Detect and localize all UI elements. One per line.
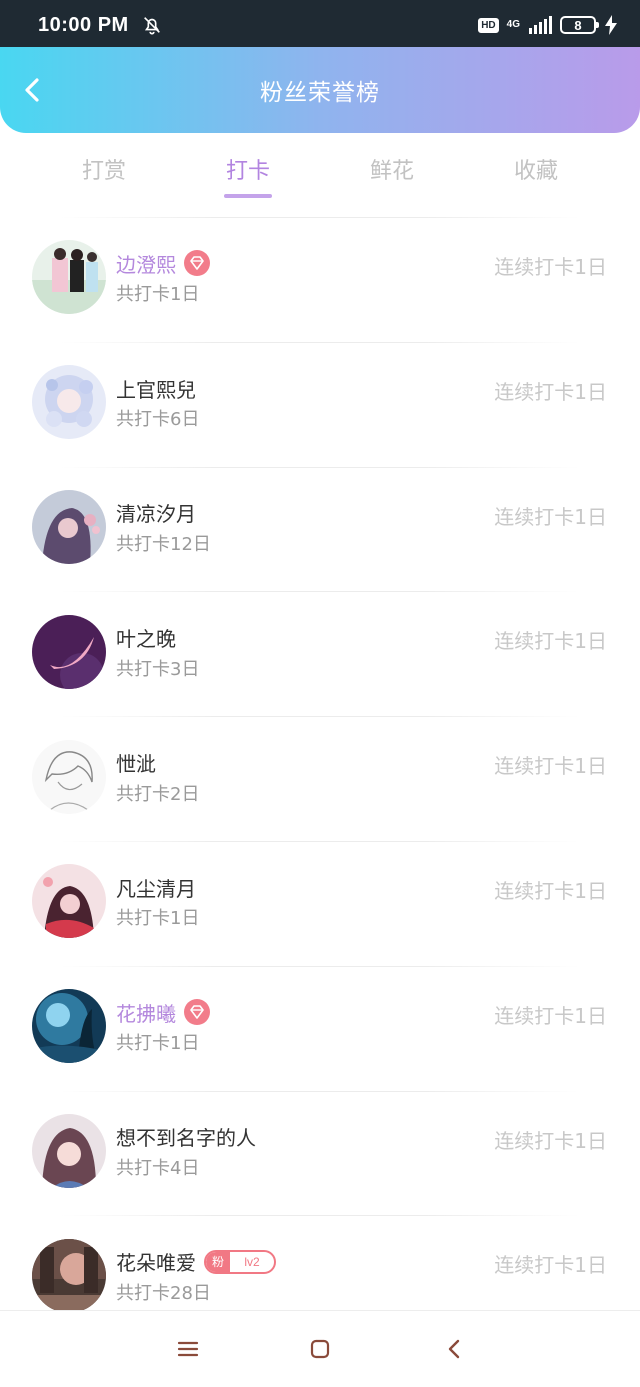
list-item[interactable]: 上官熙兒 共打卡6日 连续打卡1日 — [0, 341, 640, 467]
streak-text: 连续打卡1日 — [494, 1003, 607, 1028]
total-checkins: 共打卡4日 — [116, 1157, 200, 1179]
streak-text: 连续打卡1日 — [494, 629, 607, 654]
user-name[interactable]: 上官熙兒 — [116, 374, 196, 403]
user-name[interactable]: 凡尘清月 — [116, 873, 196, 902]
divider — [60, 591, 580, 593]
menu-icon[interactable] — [176, 1337, 200, 1361]
avatar[interactable] — [32, 240, 106, 315]
tab-flowers[interactable]: 鲜花 — [320, 140, 464, 204]
tab-bar: 打赏 打卡 鲜花 收藏 — [0, 140, 640, 204]
streak-text: 连续打卡1日 — [494, 255, 607, 279]
user-name[interactable]: 怈泚 — [116, 748, 156, 777]
user-name[interactable]: 边澄熙 — [116, 249, 176, 278]
hd-badge: HD — [478, 17, 499, 33]
user-name[interactable]: 叶之晚 — [116, 623, 176, 652]
home-square-icon[interactable] — [308, 1337, 332, 1361]
signal-icon — [529, 16, 552, 34]
nav-back-icon[interactable] — [443, 1337, 467, 1361]
streak-text: 连续打卡1日 — [494, 1253, 607, 1278]
back-button[interactable] — [20, 77, 46, 103]
user-name[interactable]: 清凉汐月 — [116, 498, 196, 527]
avatar[interactable] — [32, 489, 106, 564]
divider — [60, 965, 580, 967]
divider — [60, 840, 580, 842]
fan-badge-level: lv2 — [244, 1254, 260, 1269]
streak-text: 连续打卡1日 — [494, 504, 607, 529]
page-title: 粉丝荣誉榜 — [260, 80, 380, 106]
streak-text: 连续打卡1日 — [494, 379, 607, 404]
list-item[interactable]: 清凉汐月 共打卡12日 连续打卡1日 — [0, 466, 640, 592]
user-name[interactable]: 花拂曦 — [116, 998, 176, 1027]
avatar[interactable] — [32, 864, 106, 939]
avatar[interactable] — [32, 739, 106, 814]
fan-level-badge: 粉 lv2 — [204, 1249, 276, 1274]
battery-level: 8 — [574, 17, 582, 33]
total-checkins: 共打卡28日 — [116, 1282, 211, 1304]
list-item[interactable]: 想不到名字的人 共打卡4日 连续打卡1日 — [0, 1090, 640, 1216]
total-checkins: 共打卡1日 — [116, 908, 200, 930]
avatar[interactable] — [32, 989, 106, 1064]
streak-text: 连续打卡1日 — [494, 878, 607, 903]
list-item[interactable]: 怈泚 共打卡2日 连续打卡1日 — [0, 716, 640, 841]
divider — [60, 217, 580, 218]
divider — [60, 1090, 580, 1092]
divider — [60, 466, 580, 468]
tab-checkin[interactable]: 打卡 — [176, 140, 320, 204]
tab-reward[interactable]: 打赏 — [32, 140, 176, 204]
list-item[interactable]: 花拂曦 共打卡1日 连续打卡1日 — [0, 965, 640, 1091]
divider — [60, 341, 580, 343]
avatar[interactable] — [32, 1113, 106, 1188]
battery-indicator: 8 — [560, 16, 599, 34]
charging-icon — [605, 15, 617, 35]
fan-ranking-list: 边澄熙 共打卡1日 连续打卡1日 上官熙兒 共打卡6日 连续打卡1日 清凉汐月 … — [0, 217, 640, 1340]
list-item[interactable]: 叶之晚 共打卡3日 连续打卡1日 — [0, 591, 640, 716]
avatar[interactable] — [32, 365, 106, 440]
status-bar: 10:00 PM HD 4G 8 — [0, 0, 640, 50]
total-checkins: 共打卡6日 — [116, 409, 200, 431]
status-time: 10:00 PM — [38, 13, 129, 36]
network-type: 4G — [506, 19, 520, 30]
list-item[interactable]: 凡尘清月 共打卡1日 连续打卡1日 — [0, 840, 640, 966]
user-name[interactable]: 花朵唯爱 — [116, 1247, 196, 1276]
system-nav-bar — [0, 1310, 640, 1387]
avatar[interactable] — [32, 1238, 106, 1313]
total-checkins: 共打卡2日 — [116, 783, 200, 805]
diamond-icon — [184, 999, 210, 1026]
total-checkins: 共打卡3日 — [116, 658, 200, 680]
streak-text: 连续打卡1日 — [494, 1128, 607, 1153]
fan-badge-label: 粉 — [206, 1251, 230, 1272]
bell-off-icon — [143, 17, 160, 35]
header: 粉丝荣誉榜 — [0, 47, 640, 133]
tab-favorites[interactable]: 收藏 — [464, 140, 608, 204]
diamond-icon — [184, 250, 210, 277]
total-checkins: 共打卡12日 — [116, 533, 211, 555]
streak-text: 连续打卡1日 — [494, 754, 607, 779]
divider — [60, 716, 580, 718]
avatar[interactable] — [32, 614, 106, 689]
total-checkins: 共打卡1日 — [116, 1033, 200, 1055]
total-checkins: 共打卡1日 — [116, 284, 200, 306]
divider — [60, 1215, 580, 1217]
user-name[interactable]: 想不到名字的人 — [116, 1122, 256, 1151]
list-item[interactable]: 边澄熙 共打卡1日 连续打卡1日 — [0, 217, 640, 342]
